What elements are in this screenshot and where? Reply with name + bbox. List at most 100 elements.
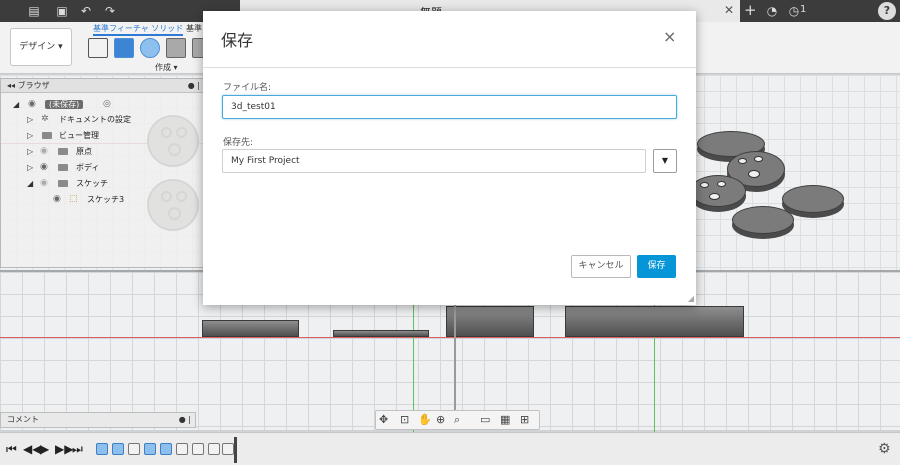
timeline-marker[interactable] xyxy=(234,437,237,463)
location-dropdown-icon[interactable]: ▼ xyxy=(653,149,677,173)
body-disc[interactable] xyxy=(782,185,844,213)
display-settings-icon[interactable]: ▭ xyxy=(480,413,490,426)
close-tab-icon[interactable]: ✕ xyxy=(724,3,734,17)
browser-row-sketches[interactable]: ◢ ◉ スケッチ xyxy=(1,176,201,191)
timeline-feature-icon[interactable] xyxy=(176,443,188,455)
go-to-end-icon[interactable]: ⏭ xyxy=(72,442,83,457)
sketch-icon: ⬚ xyxy=(69,194,78,204)
browser-row-label: ボディ xyxy=(76,163,100,172)
cancel-button[interactable]: キャンセル xyxy=(571,255,631,278)
browser-row-label: ドキュメントの設定 xyxy=(59,115,131,124)
timeline-feature-icon[interactable] xyxy=(144,443,156,455)
browser-row-label: スケッチ3 xyxy=(87,195,125,204)
collapse-icon[interactable]: ◂◂ xyxy=(7,81,18,90)
timeline-feature-icon[interactable] xyxy=(128,443,140,455)
file-name-label: ファイル名: xyxy=(223,83,272,93)
add-comment-icon[interactable]: ● | xyxy=(179,413,191,427)
expand-triangle-icon[interactable]: ▷ xyxy=(27,128,33,143)
dialog-divider xyxy=(203,67,696,68)
gear-icon: ✲ xyxy=(41,114,49,124)
browser-row-sketch3[interactable]: ◉ ⬚ スケッチ3 xyxy=(1,192,201,207)
grid-settings-icon[interactable]: ▦ xyxy=(500,413,510,426)
gear-icon[interactable]: ⚙ xyxy=(878,441,891,457)
eye-icon[interactable]: ◉ xyxy=(28,97,36,112)
comments-label: コメント xyxy=(7,415,39,424)
save-button[interactable]: 保存 xyxy=(637,255,676,278)
plus-icon[interactable]: + xyxy=(744,1,757,19)
timeline-feature-icon[interactable] xyxy=(192,443,204,455)
step-forward-icon[interactable]: ▶▶ xyxy=(55,442,73,456)
undo-icon[interactable]: ↶ xyxy=(78,3,94,19)
disc-hole xyxy=(754,156,763,162)
file-icon[interactable]: ▤ xyxy=(26,3,42,19)
browser-header[interactable]: ◂◂ ブラウザ ● | xyxy=(1,79,204,93)
play-icon[interactable]: ▶ xyxy=(40,442,49,456)
timeline-feature-icon[interactable] xyxy=(222,443,234,455)
browser-row-view-management[interactable]: ▷ ビュー管理 xyxy=(1,128,201,143)
revolve-icon[interactable] xyxy=(140,38,160,58)
disc-hole xyxy=(738,158,747,164)
step-back-icon[interactable]: ◀◀ xyxy=(23,442,41,456)
browser-row-origin[interactable]: ▷ ◉ 原点 xyxy=(1,144,201,159)
browser-root-label: (未保存) xyxy=(45,100,84,109)
go-to-start-icon[interactable]: ⏮ xyxy=(6,442,17,457)
browser-row-root[interactable]: ◢ ◉ (未保存) ◎ xyxy=(1,97,201,112)
comments-panel[interactable]: コメント ● | xyxy=(0,412,196,428)
notification-count: 1 xyxy=(800,4,807,15)
create-menu[interactable]: 作成 ▾ xyxy=(155,62,178,73)
collapse-triangle-icon[interactable]: ◢ xyxy=(27,176,33,191)
disc-hole xyxy=(700,182,709,188)
eye-icon[interactable]: ◉ xyxy=(40,160,48,175)
body-disc[interactable] xyxy=(732,206,794,234)
body-side-view[interactable] xyxy=(202,320,299,337)
orbit-icon[interactable]: ✥ xyxy=(379,413,388,426)
create-sketch-icon[interactable] xyxy=(88,38,108,58)
timeline-feature-icon[interactable] xyxy=(96,443,108,455)
browser-row-bodies[interactable]: ▷ ◉ ボディ xyxy=(1,160,201,175)
eye-icon[interactable]: ◉ xyxy=(53,192,61,207)
box-icon[interactable] xyxy=(166,38,186,58)
disc-hole xyxy=(717,181,726,187)
job-status-icon[interactable]: ◔ xyxy=(764,3,780,19)
timeline-feature-icon[interactable] xyxy=(160,443,172,455)
body-side-view[interactable] xyxy=(333,330,429,337)
x-axis-line xyxy=(0,337,900,338)
expand-triangle-icon[interactable]: ▷ xyxy=(27,144,33,159)
folder-icon xyxy=(58,148,68,155)
expand-triangle-icon[interactable]: ▷ xyxy=(27,160,33,175)
collapse-triangle-icon[interactable]: ◢ xyxy=(13,97,19,112)
resize-grip-icon[interactable]: ◢ xyxy=(688,294,694,303)
pan-icon[interactable]: ✋ xyxy=(418,413,432,426)
expand-triangle-icon[interactable]: ▷ xyxy=(27,112,33,127)
workspace-switcher[interactable]: デザイン ▾ xyxy=(10,28,72,66)
location-label: 保存先: xyxy=(223,138,254,148)
look-at-icon[interactable]: ⊡ xyxy=(400,413,409,426)
file-name-input[interactable] xyxy=(222,95,677,119)
body-side-view[interactable] xyxy=(565,306,744,337)
panel-options-icon[interactable]: ● | xyxy=(188,79,200,93)
activate-radio-icon[interactable]: ◎ xyxy=(103,97,111,112)
extrude-icon[interactable] xyxy=(114,38,134,58)
tab-solid[interactable]: 基準フィーチャ ソリッド xyxy=(93,23,184,36)
timeline-feature-icon[interactable] xyxy=(112,443,124,455)
help-icon[interactable]: ? xyxy=(878,2,896,20)
browser-title: ブラウザ xyxy=(17,81,50,90)
timeline-feature-icon[interactable] xyxy=(208,443,220,455)
fit-icon[interactable]: ⌕ xyxy=(454,413,460,427)
body-side-view[interactable] xyxy=(446,306,534,337)
disc-hole xyxy=(709,193,720,200)
redo-icon[interactable]: ↷ xyxy=(102,3,118,19)
browser-row-label: スケッチ xyxy=(76,179,108,188)
zoom-icon[interactable]: ⊕ xyxy=(436,413,445,426)
save-icon[interactable]: ▣ xyxy=(54,3,70,19)
body-disc[interactable] xyxy=(690,175,746,207)
location-field[interactable]: My First Project xyxy=(222,149,646,173)
eye-icon[interactable]: ◉ xyxy=(40,176,48,191)
browser-row-label: ビュー管理 xyxy=(59,131,99,140)
folder-icon xyxy=(42,132,52,139)
browser-row-doc-settings[interactable]: ▷ ✲ ドキュメントの設定 xyxy=(1,112,201,127)
viewports-icon[interactable]: ⊞ xyxy=(520,413,529,426)
close-icon[interactable]: × xyxy=(663,29,676,45)
eye-icon[interactable]: ◉ xyxy=(40,144,48,159)
browser-row-label: 原点 xyxy=(76,147,92,156)
